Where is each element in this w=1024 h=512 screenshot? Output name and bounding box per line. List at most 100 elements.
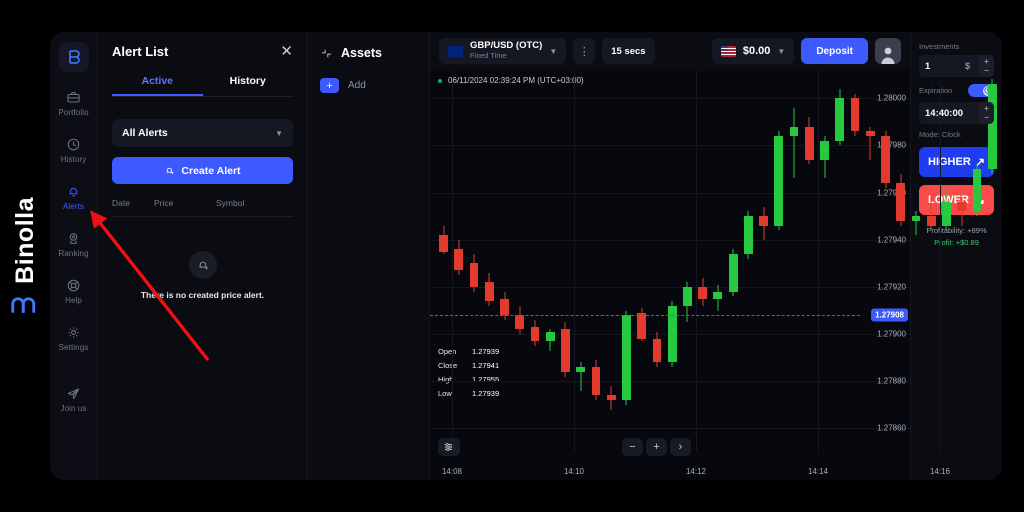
binolla-logo-icon	[11, 297, 36, 314]
candle-body	[606, 395, 616, 401]
chart-toolbar: GBP/USD (OTC) Fixed Time ▼ ⋮ 15 secs $0.…	[430, 32, 910, 70]
x-axis-label: 14:14	[807, 467, 829, 476]
add-asset-label: Add	[348, 80, 366, 91]
create-alert-button[interactable]: Create Alert	[112, 157, 293, 184]
panel-title: Alert List	[112, 44, 169, 59]
create-alert-label: Create Alert	[181, 164, 241, 177]
candle-body	[515, 315, 525, 330]
collapse-arrows-icon[interactable]	[320, 47, 333, 60]
candle-body	[698, 286, 708, 299]
trophy-icon	[69, 233, 78, 244]
x-axis-label: 14:16	[929, 467, 951, 476]
balance-amount: $0.00	[742, 45, 771, 57]
sidebar-item-settings[interactable]: Settings	[50, 325, 98, 352]
sidebar-item-alerts[interactable]: Alerts	[50, 184, 98, 211]
candle-body	[820, 140, 829, 160]
balance-selector[interactable]: $0.00 ▼	[711, 38, 795, 64]
sidebar-item-portfolio[interactable]: Portfolio	[50, 90, 98, 117]
deposit-button[interactable]: Deposit	[801, 38, 868, 64]
candlestick	[713, 70, 723, 452]
symbol-selector[interactable]: GBP/USD (OTC) Fixed Time ▼	[439, 38, 567, 64]
clock-icon	[67, 138, 80, 151]
assets-header: Assets	[320, 46, 417, 60]
candle-body	[576, 367, 586, 372]
timeframe-selector[interactable]: 15 secs	[602, 38, 655, 64]
candlestick	[484, 70, 494, 452]
close-icon[interactable]: ✕	[280, 44, 293, 59]
candle-body	[637, 312, 647, 339]
candlestick	[682, 70, 692, 452]
x-axis-label: 14:08	[441, 467, 463, 476]
briefcase-icon	[67, 92, 80, 103]
candle-body	[881, 136, 890, 184]
assets-title: Assets	[341, 46, 382, 60]
expiration-value: 14:40:00	[925, 107, 964, 119]
tab-history[interactable]: History	[203, 75, 294, 96]
candlestick	[942, 70, 951, 452]
expiration-stepper[interactable]: + −	[979, 102, 994, 124]
add-asset-button[interactable]: + Add	[320, 78, 417, 93]
tab-active[interactable]: Active	[112, 75, 203, 96]
candle-body	[972, 169, 982, 212]
user-icon	[881, 47, 895, 64]
candle-body	[713, 291, 723, 299]
grid-line	[696, 70, 697, 452]
investment-field[interactable]: 1 $ + −	[919, 55, 994, 77]
candlestick-chart[interactable]: 06/11/2024 02:39:24 PM (UTC+03:00) Open 1…	[430, 70, 997, 480]
telegram-icon	[67, 388, 80, 400]
alert-filter-value: All Alerts	[122, 127, 168, 139]
user-avatar[interactable]	[875, 38, 901, 64]
candle-body	[850, 98, 860, 132]
grid-line	[940, 70, 941, 452]
candle-body	[469, 263, 479, 287]
candlestick	[439, 70, 448, 452]
candlestick	[515, 70, 525, 452]
candlestick	[926, 70, 936, 452]
symbol-subtitle: Fixed Time	[470, 51, 507, 61]
grid-line	[452, 70, 453, 452]
chevron-down-icon: ▼	[777, 46, 786, 56]
alert-filter-select[interactable]: All Alerts ▼	[112, 119, 293, 147]
assets-panel: Assets + Add	[308, 32, 430, 480]
empty-message: There is no created price alert.	[140, 290, 265, 300]
sidebar-item-history[interactable]: History	[50, 137, 98, 164]
alert-list-header: Alert List ✕	[112, 44, 293, 59]
candle-body	[911, 216, 921, 221]
kebab-menu-icon: ⋮	[578, 45, 590, 58]
bell-plus-icon	[188, 251, 217, 279]
candle-body	[530, 327, 540, 342]
investments-label: Investments	[919, 42, 960, 51]
sidebar-label: Join us	[60, 404, 87, 413]
alert-tabs: Active History	[112, 75, 293, 97]
candle-body	[926, 216, 936, 226]
candlestick	[774, 70, 784, 452]
more-options-button[interactable]: ⋮	[573, 38, 596, 64]
bell-plus-icon	[167, 167, 174, 174]
current-price-line	[430, 315, 860, 317]
column-date: Date	[112, 198, 130, 208]
app-logo-icon[interactable]	[58, 42, 89, 72]
deposit-label: Deposit	[816, 45, 853, 57]
candlestick	[850, 70, 860, 452]
candlestick	[743, 70, 753, 452]
candlestick	[896, 70, 906, 452]
bell-icon	[69, 187, 78, 197]
sidebar-item-join-us[interactable]: Join us	[50, 386, 98, 413]
candlestick	[667, 70, 677, 452]
candle-body	[561, 329, 570, 372]
sidebar-label: Help	[65, 296, 82, 305]
candlestick	[500, 70, 509, 452]
sidebar-item-help[interactable]: Help	[50, 278, 98, 305]
candlestick	[545, 70, 555, 452]
candlestick	[606, 70, 616, 452]
candlestick	[530, 70, 540, 452]
expiration-field[interactable]: 14:40:00 + −	[919, 102, 994, 124]
sidebar-item-ranking[interactable]: Ranking	[50, 231, 98, 258]
grid-line	[818, 70, 819, 452]
sidebar-label: History	[60, 155, 87, 164]
candlestick	[698, 70, 708, 452]
timeframe-label: 15 secs	[611, 45, 646, 57]
investment-stepper[interactable]: + −	[979, 55, 994, 77]
candle-body	[728, 253, 738, 292]
gear-icon	[68, 327, 79, 338]
